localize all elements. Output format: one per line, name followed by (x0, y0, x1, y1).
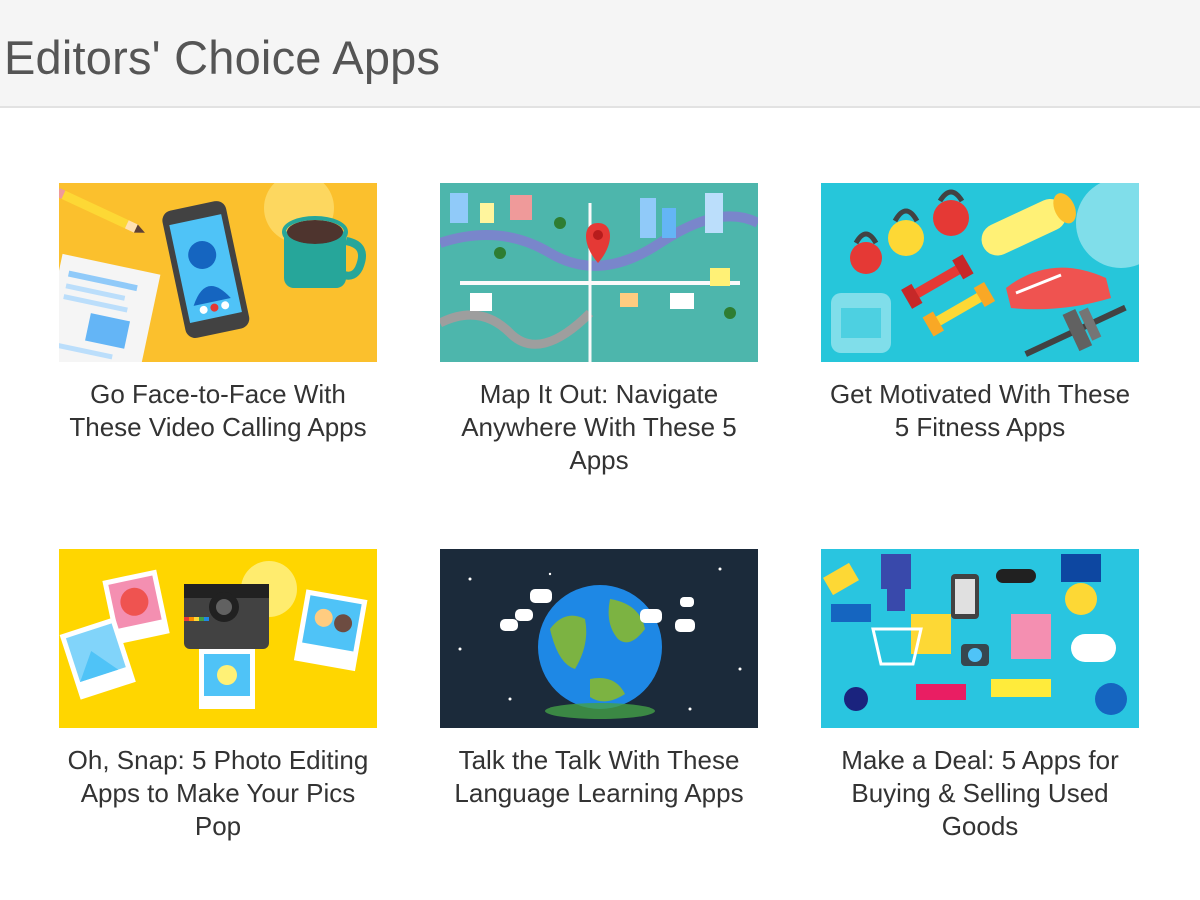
article-title[interactable]: Make a Deal: 5 Apps for Buying & Selling… (821, 744, 1139, 843)
article-title[interactable]: Oh, Snap: 5 Photo Editing Apps to Make Y… (59, 744, 377, 843)
page-header: Editors' Choice Apps (0, 0, 1200, 108)
video-calling-illustration[interactable] (59, 183, 377, 362)
article-title[interactable]: Go Face-to-Face With These Video Calling… (59, 378, 377, 444)
shopping-items-illustration[interactable] (821, 549, 1139, 728)
article-card-photo-editing[interactable]: Oh, Snap: 5 Photo Editing Apps to Make Y… (59, 549, 377, 843)
globe-speech-illustration[interactable] (440, 549, 758, 728)
article-card-language-learning[interactable]: Talk the Talk With These Language Learni… (440, 549, 758, 810)
article-title[interactable]: Map It Out: Navigate Anywhere With These… (440, 378, 758, 477)
article-card-buying-selling[interactable]: Make a Deal: 5 Apps for Buying & Selling… (821, 549, 1139, 843)
city-map-illustration[interactable] (440, 183, 758, 362)
article-card-fitness[interactable]: Get Motivated With These 5 Fitness Apps (821, 183, 1139, 444)
page-title: Editors' Choice Apps (4, 31, 441, 84)
article-title[interactable]: Talk the Talk With These Language Learni… (440, 744, 758, 810)
fitness-equipment-illustration[interactable] (821, 183, 1139, 362)
article-title[interactable]: Get Motivated With These 5 Fitness Apps (821, 378, 1139, 444)
article-card-video-calling[interactable]: Go Face-to-Face With These Video Calling… (59, 183, 377, 444)
instant-camera-illustration[interactable] (59, 549, 377, 728)
article-card-map[interactable]: Map It Out: Navigate Anywhere With These… (440, 183, 758, 477)
